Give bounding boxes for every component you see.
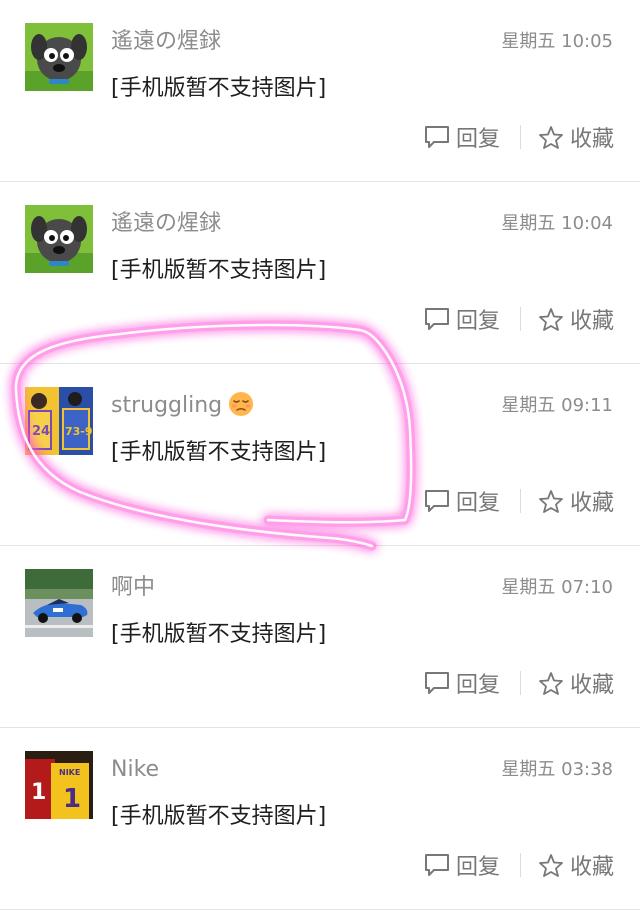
- star-outline-icon: [539, 125, 563, 149]
- list-item: 24 73-9 struggling 星期五 09:11 [手机版暂不支持图片]: [0, 364, 640, 546]
- post-time: 星期五 03:38: [501, 759, 613, 780]
- list-item: 遙遠の煋銶 星期五 10:04 [手机版暂不支持图片] 回复 收藏: [0, 182, 640, 364]
- favorite-label: 收藏: [569, 127, 614, 152]
- author-name[interactable]: 遙遠の煋銶: [111, 209, 221, 239]
- jerseys-avatar-icon: 1 NIKE 1: [25, 751, 93, 819]
- action-divider: [519, 671, 521, 695]
- post-content: [手机版暂不支持图片]: [111, 440, 327, 465]
- speech-bubble-icon: [424, 672, 449, 694]
- favorite-button[interactable]: 收藏: [538, 121, 614, 153]
- svg-text:1: 1: [63, 784, 81, 814]
- author-name[interactable]: 遙遠の煋銶: [111, 27, 221, 57]
- basketball-jerseys-avatar-icon: 24 73-9: [25, 387, 93, 455]
- avatar[interactable]: 1 NIKE 1: [25, 751, 93, 819]
- list-item: 遙遠の煋銶 星期五 10:05 [手机版暂不支持图片] 回复 收藏: [0, 0, 640, 182]
- gray-dog-avatar-icon: [25, 23, 93, 91]
- avatar[interactable]: [25, 205, 93, 273]
- star-outline-icon: [539, 489, 563, 513]
- action-divider: [519, 853, 521, 877]
- favorite-button[interactable]: 收藏: [538, 485, 614, 517]
- post-list: 遙遠の煋銶 星期五 10:05 [手机版暂不支持图片] 回复 收藏 遙遠の煋銶 …: [0, 0, 640, 912]
- author-name[interactable]: Nike: [111, 755, 159, 785]
- svg-text:1: 1: [31, 780, 46, 805]
- avatar[interactable]: [25, 23, 93, 91]
- svg-text:73-9: 73-9: [65, 425, 93, 438]
- favorite-label: 收藏: [569, 855, 614, 880]
- reply-button[interactable]: 回复: [424, 485, 500, 517]
- avatar[interactable]: 24 73-9: [25, 387, 93, 455]
- gray-dog-avatar-icon: [25, 205, 93, 273]
- post-content: [手机版暂不支持图片]: [111, 258, 327, 283]
- reply-label: 回复: [455, 855, 500, 880]
- reply-label: 回复: [455, 491, 500, 516]
- post-actions: 回复 收藏: [424, 666, 614, 700]
- list-item: 啊中 星期五 07:10 [手机版暂不支持图片] 回复 收藏: [0, 546, 640, 728]
- favorite-button[interactable]: 收藏: [538, 303, 614, 335]
- reply-label: 回复: [455, 673, 500, 698]
- author-name-text: struggling: [111, 393, 223, 418]
- speech-bubble-icon: [424, 490, 449, 512]
- post-actions: 回复 收藏: [424, 848, 614, 882]
- reply-button[interactable]: 回复: [424, 121, 500, 153]
- action-divider: [519, 125, 521, 149]
- action-divider: [519, 489, 521, 513]
- post-content: [手机版暂不支持图片]: [111, 76, 327, 101]
- star-outline-icon: [539, 671, 563, 695]
- reply-button[interactable]: 回复: [424, 303, 500, 335]
- race-car-avatar-icon: [25, 569, 93, 637]
- favorite-button[interactable]: 收藏: [538, 849, 614, 881]
- favorite-label: 收藏: [569, 491, 614, 516]
- reply-button[interactable]: 回复: [424, 849, 500, 881]
- speech-bubble-icon: [424, 854, 449, 876]
- star-outline-icon: [539, 853, 563, 877]
- post-actions: 回复 收藏: [424, 302, 614, 336]
- action-divider: [519, 307, 521, 331]
- favorite-label: 收藏: [569, 309, 614, 334]
- pensive-face-icon: [229, 392, 254, 416]
- favorite-button[interactable]: 收藏: [538, 667, 614, 699]
- list-item: 1 NIKE 1 Nike 星期五 03:38 [手机版暂不支持图片] 回复 收…: [0, 728, 640, 910]
- svg-text:NIKE: NIKE: [59, 768, 80, 777]
- speech-bubble-icon: [424, 308, 449, 330]
- post-time: 星期五 07:10: [501, 577, 613, 598]
- svg-text:24: 24: [32, 424, 50, 439]
- reply-label: 回复: [455, 127, 500, 152]
- post-actions: 回复 收藏: [424, 484, 614, 518]
- star-outline-icon: [539, 307, 563, 331]
- reply-button[interactable]: 回复: [424, 667, 500, 699]
- speech-bubble-icon: [424, 126, 449, 148]
- post-content: [手机版暂不支持图片]: [111, 622, 327, 647]
- author-name[interactable]: 啊中: [111, 573, 155, 603]
- reply-label: 回复: [455, 309, 500, 334]
- post-time: 星期五 10:05: [501, 31, 613, 52]
- avatar[interactable]: [25, 569, 93, 637]
- post-time: 星期五 09:11: [501, 395, 613, 416]
- post-time: 星期五 10:04: [501, 213, 613, 234]
- favorite-label: 收藏: [569, 673, 614, 698]
- post-actions: 回复 收藏: [424, 120, 614, 154]
- post-content: [手机版暂不支持图片]: [111, 804, 327, 829]
- author-name[interactable]: struggling: [111, 391, 254, 421]
